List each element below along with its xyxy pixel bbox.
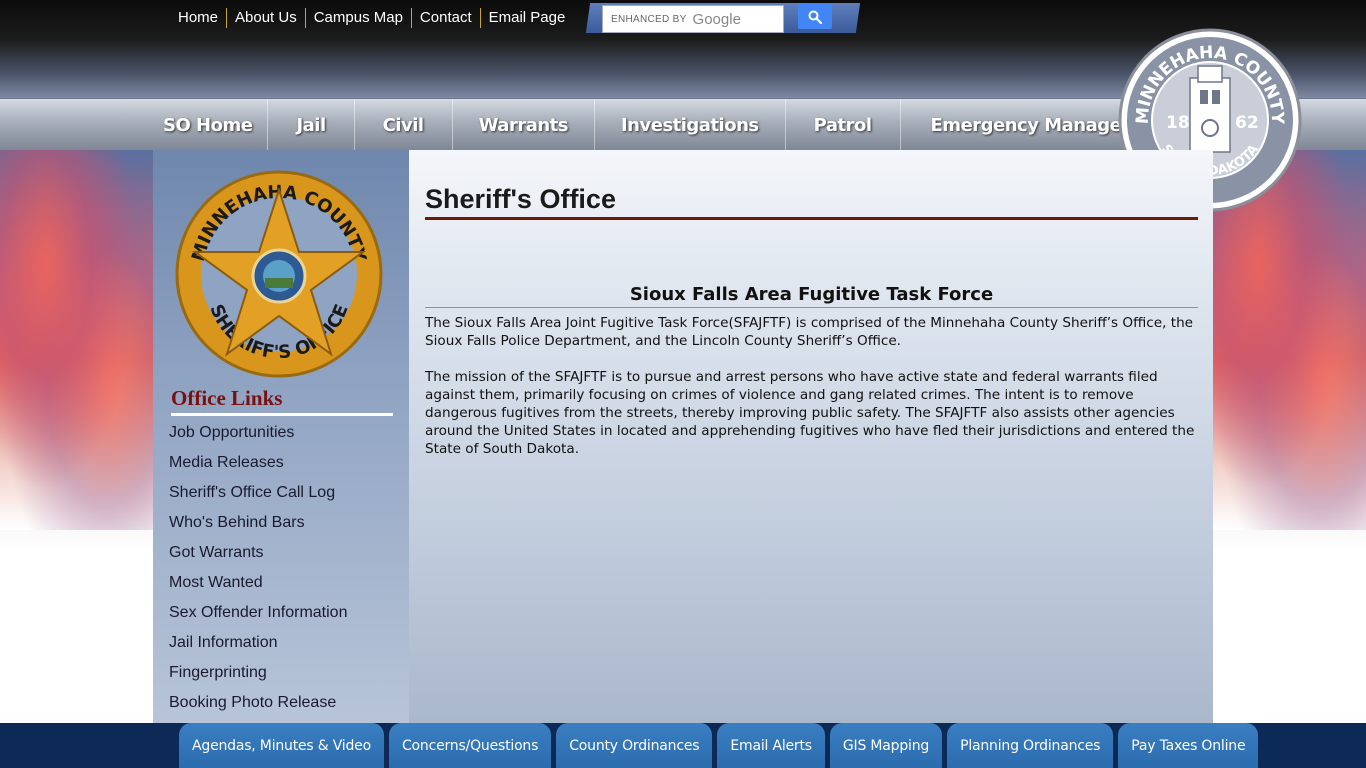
sunset-background-left [0, 150, 153, 530]
office-link-media-releases[interactable]: Media Releases [169, 448, 347, 478]
nav-civil[interactable]: Civil [355, 99, 453, 151]
search-button[interactable] [798, 4, 832, 29]
office-link-booking-photo-release[interactable]: Booking Photo Release [169, 688, 347, 718]
seal-year-left: 18 [1166, 113, 1190, 133]
office-link-whos-behind-bars[interactable]: Who's Behind Bars [169, 508, 347, 538]
quick-link-county-ordinances[interactable]: County Ordinances [556, 723, 713, 768]
header-watermark [330, 30, 408, 104]
main-content: Sheriff's Office Sioux Falls Area Fugiti… [409, 150, 1213, 724]
office-link-sex-offender-information[interactable]: Sex Offender Information [169, 598, 347, 628]
quick-links-bar: Agendas, Minutes & Video Concerns/Questi… [0, 723, 1366, 768]
office-link-fingerprinting[interactable]: Fingerprinting [169, 658, 347, 688]
content-paragraph: The Sioux Falls Area Joint Fugitive Task… [425, 315, 1194, 349]
seal-year-right: 62 [1235, 113, 1259, 133]
search-provider-label: Google [692, 10, 741, 28]
page-title: Sheriff's Office [425, 184, 1198, 220]
utility-link-campus-map[interactable]: Campus Map [306, 8, 412, 28]
utility-nav: Home About Us Campus Map Contact Email P… [170, 8, 573, 28]
office-link-jail-information[interactable]: Jail Information [169, 628, 347, 658]
nav-warrants[interactable]: Warrants [453, 99, 595, 151]
quick-link-planning-ordinances[interactable]: Planning Ordinances [947, 723, 1114, 768]
office-links-list: Job Opportunities Media Releases Sheriff… [169, 418, 347, 718]
sheriff-badge-logo: MINNEHAHA COUNTY SHERIFF'S OFFICE [175, 170, 383, 378]
search-input[interactable]: ENHANCED BY Google [602, 5, 784, 33]
quick-links: Agendas, Minutes & Video Concerns/Questi… [179, 723, 1263, 768]
quick-link-email-alerts[interactable]: Email Alerts [717, 723, 825, 768]
sidebar: MINNEHAHA COUNTY SHERIFF'S OFFICE Office… [153, 150, 409, 724]
utility-link-about-us[interactable]: About Us [227, 8, 306, 28]
office-link-most-wanted[interactable]: Most Wanted [169, 568, 347, 598]
utility-link-contact[interactable]: Contact [412, 8, 481, 28]
nav-investigations[interactable]: Investigations [595, 99, 786, 151]
office-link-got-warrants[interactable]: Got Warrants [169, 538, 347, 568]
utility-link-home[interactable]: Home [170, 8, 228, 28]
nav-so-home[interactable]: SO Home [148, 99, 269, 151]
nav-jail[interactable]: Jail [268, 99, 355, 151]
quick-link-gis-mapping[interactable]: GIS Mapping [829, 723, 943, 768]
quick-link-concerns[interactable]: Concerns/Questions [388, 723, 552, 768]
quick-link-agendas[interactable]: Agendas, Minutes & Video [179, 723, 384, 768]
office-links-heading: Office Links [171, 386, 393, 416]
office-link-job-opportunities[interactable]: Job Opportunities [169, 418, 347, 448]
search-icon [808, 10, 822, 24]
section-title: Sioux Falls Area Fugitive Task Force [425, 284, 1198, 308]
nav-patrol[interactable]: Patrol [786, 99, 901, 151]
main-nav: SO Home Jail Civil Warrants Investigatio… [148, 99, 1176, 151]
content-paragraph: The mission of the SFAJFTF is to pursue … [425, 369, 1195, 457]
office-link-call-log[interactable]: Sheriff's Office Call Log [169, 478, 347, 508]
search-enhanced-label: ENHANCED BY [611, 13, 687, 25]
quick-link-pay-taxes[interactable]: Pay Taxes Online [1118, 723, 1259, 768]
utility-link-email-page[interactable]: Email Page [481, 8, 574, 28]
